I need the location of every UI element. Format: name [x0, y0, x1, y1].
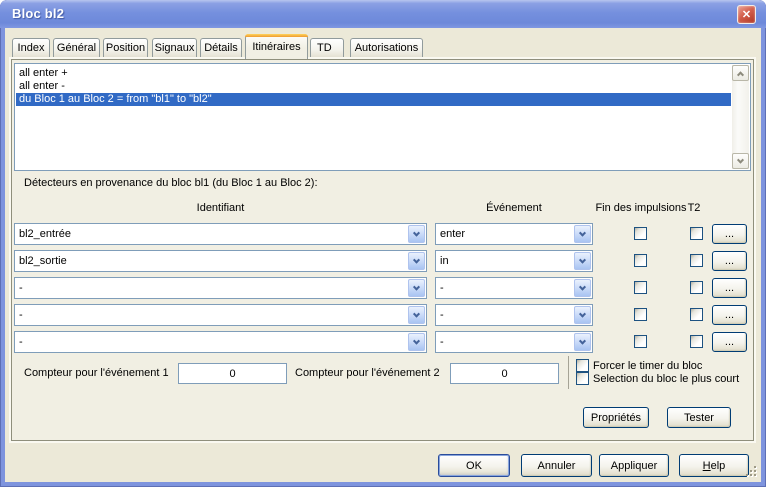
more-button-4[interactable]: ...	[712, 305, 747, 325]
list-item[interactable]: all enter -	[16, 80, 731, 93]
close-button[interactable]: ✕	[737, 5, 756, 24]
ok-button[interactable]: OK	[438, 454, 510, 477]
appliquer-button[interactable]: Appliquer	[599, 454, 669, 477]
identifiant-combo-1[interactable]: bl2_entrée	[14, 223, 427, 245]
evenement-combo-4[interactable]: -	[435, 304, 593, 326]
chevron-down-icon	[413, 256, 420, 263]
more-button-3[interactable]: ...	[712, 278, 747, 298]
combo-dropdown-button[interactable]	[408, 279, 425, 297]
tester-button[interactable]: Tester	[667, 407, 731, 428]
t2-checkbox-2[interactable]	[690, 254, 703, 267]
scroll-down-button[interactable]	[732, 153, 749, 169]
identifiant-combo-3[interactable]: -	[14, 277, 427, 299]
tab-signaux[interactable]: Signaux	[152, 38, 197, 57]
chevron-down-icon	[579, 283, 586, 290]
header-identifiant: Identifiant	[14, 202, 427, 214]
t2-checkbox-4[interactable]	[690, 308, 703, 321]
tab-td[interactable]: TD	[310, 38, 344, 57]
detectors-caption: Détecteurs en provenance du bloc bl1 (du…	[24, 177, 318, 189]
dialog-window: Bloc bl2 ✕ Index Général Position Signau…	[0, 0, 766, 487]
vertical-divider	[568, 356, 569, 389]
t2-checkbox-1[interactable]	[690, 227, 703, 240]
combo-dropdown-button[interactable]	[574, 306, 591, 324]
tab-details[interactable]: Détails	[200, 38, 242, 57]
title-bar[interactable]: Bloc bl2 ✕	[0, 0, 766, 28]
chevron-down-icon	[579, 337, 586, 344]
selection-bloc-checkbox[interactable]	[576, 372, 589, 385]
fin-impulsions-checkbox-1[interactable]	[634, 227, 647, 240]
fin-impulsions-checkbox-5[interactable]	[634, 335, 647, 348]
header-fin-impulsions: Fin des impulsions	[594, 202, 688, 214]
routes-listbox[interactable]: all enter + all enter - du Bloc 1 au Blo…	[14, 63, 751, 171]
forcer-timer-checkbox[interactable]	[576, 359, 589, 372]
tab-index[interactable]: Index	[12, 38, 50, 57]
window-title: Bloc bl2	[12, 6, 64, 21]
identifiant-combo-4[interactable]: -	[14, 304, 427, 326]
fin-impulsions-checkbox-4[interactable]	[634, 308, 647, 321]
chevron-down-icon	[413, 310, 420, 317]
combo-dropdown-button[interactable]	[574, 279, 591, 297]
list-item-selected[interactable]: du Bloc 1 au Bloc 2 = from "bl1" to "bl2…	[16, 93, 731, 106]
counter2-field[interactable]	[450, 363, 559, 384]
combo-dropdown-button[interactable]	[408, 333, 425, 351]
counter1-field[interactable]	[178, 363, 287, 384]
combo-dropdown-button[interactable]	[408, 252, 425, 270]
chevron-down-icon	[579, 310, 586, 317]
t2-checkbox-3[interactable]	[690, 281, 703, 294]
more-button-2[interactable]: ...	[712, 251, 747, 271]
chevron-down-icon	[579, 256, 586, 263]
tab-autorisations[interactable]: Autorisations	[350, 38, 423, 57]
evenement-combo-2[interactable]: in	[435, 250, 593, 272]
evenement-combo-1[interactable]: enter	[435, 223, 593, 245]
close-icon: ✕	[742, 8, 751, 21]
counter2-label: Compteur pour l'événement 2	[295, 367, 440, 379]
chevron-down-icon	[413, 337, 420, 344]
help-button[interactable]: Help	[679, 454, 749, 477]
scroll-up-button[interactable]	[732, 65, 749, 81]
annuler-button[interactable]: Annuler	[521, 454, 592, 477]
header-t2: T2	[682, 202, 706, 214]
header-evenement: Événement	[435, 202, 593, 214]
more-button-5[interactable]: ...	[712, 332, 747, 352]
tab-general[interactable]: Général	[53, 38, 100, 57]
evenement-combo-3[interactable]: -	[435, 277, 593, 299]
combo-dropdown-button[interactable]	[574, 225, 591, 243]
listbox-scrollbar[interactable]	[732, 65, 749, 169]
chevron-down-icon	[413, 283, 420, 290]
forcer-timer-label: Forcer le timer du bloc	[593, 360, 702, 372]
combo-dropdown-button[interactable]	[408, 225, 425, 243]
list-item[interactable]: all enter +	[16, 67, 731, 80]
evenement-combo-5[interactable]: -	[435, 331, 593, 353]
fin-impulsions-checkbox-3[interactable]	[634, 281, 647, 294]
identifiant-combo-5[interactable]: -	[14, 331, 427, 353]
combo-dropdown-button[interactable]	[408, 306, 425, 324]
combo-dropdown-button[interactable]	[574, 333, 591, 351]
chevron-down-icon	[737, 156, 744, 163]
chevron-down-icon	[579, 229, 586, 236]
resize-grip-icon[interactable]	[745, 465, 758, 481]
combo-dropdown-button[interactable]	[574, 252, 591, 270]
selection-bloc-label: Selection du bloc le plus court	[593, 373, 739, 385]
proprietes-button[interactable]: Propriétés	[583, 407, 649, 428]
chevron-up-icon	[737, 71, 744, 78]
tab-itineraires[interactable]: Itinéraires	[245, 34, 308, 59]
t2-checkbox-5[interactable]	[690, 335, 703, 348]
tab-position[interactable]: Position	[103, 38, 148, 57]
chevron-down-icon	[413, 229, 420, 236]
counter1-label: Compteur pour l'événement 1	[24, 367, 169, 379]
fin-impulsions-checkbox-2[interactable]	[634, 254, 647, 267]
identifiant-combo-2[interactable]: bl2_sortie	[14, 250, 427, 272]
more-button-1[interactable]: ...	[712, 224, 747, 244]
